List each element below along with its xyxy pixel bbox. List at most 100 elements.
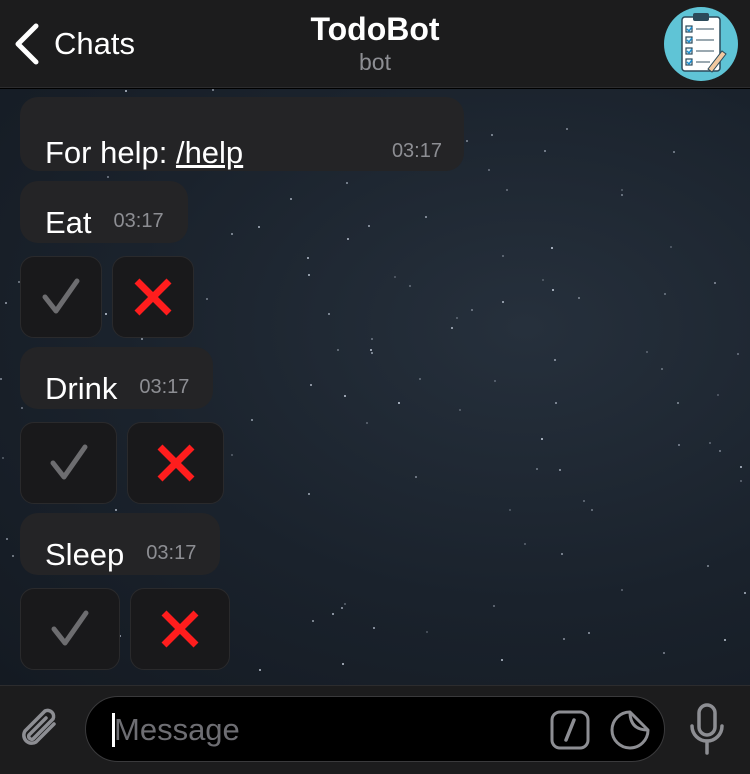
star-dot bbox=[491, 134, 493, 136]
star-dot bbox=[409, 285, 411, 287]
delete-button[interactable] bbox=[127, 422, 224, 504]
star-dot bbox=[561, 553, 563, 555]
star-dot bbox=[2, 457, 4, 459]
star-dot bbox=[366, 422, 368, 424]
star-dot bbox=[328, 313, 330, 315]
star-dot bbox=[506, 189, 508, 191]
checkmark-icon bbox=[51, 610, 89, 646]
star-dot bbox=[670, 246, 672, 248]
star-dot bbox=[231, 233, 233, 235]
star-dot bbox=[578, 297, 580, 299]
star-dot bbox=[415, 476, 417, 478]
star-dot bbox=[724, 639, 726, 641]
star-dot bbox=[509, 509, 511, 511]
star-dot bbox=[342, 663, 344, 665]
message-time: 03:17 bbox=[113, 210, 164, 232]
checkmark-icon bbox=[42, 278, 80, 314]
delete-button[interactable] bbox=[130, 588, 230, 670]
star-dot bbox=[251, 419, 253, 421]
star-dot bbox=[344, 395, 346, 397]
star-dot bbox=[0, 378, 2, 380]
sticker-icon[interactable] bbox=[610, 710, 650, 750]
star-dot bbox=[231, 454, 233, 456]
star-dot bbox=[290, 198, 292, 200]
message-text: Eat bbox=[45, 205, 92, 240]
star-dot bbox=[471, 309, 473, 311]
star-dot bbox=[370, 349, 372, 351]
star-dot bbox=[347, 238, 349, 240]
star-dot bbox=[21, 407, 23, 409]
star-dot bbox=[346, 182, 348, 184]
star-dot bbox=[141, 338, 143, 340]
star-dot bbox=[566, 128, 568, 130]
star-dot bbox=[368, 225, 370, 227]
star-dot bbox=[398, 402, 400, 404]
star-dot bbox=[312, 620, 314, 622]
star-dot bbox=[583, 500, 585, 502]
message-time: 03:17 bbox=[146, 542, 197, 564]
help-command-link[interactable]: /help bbox=[176, 135, 243, 170]
cross-mark-icon bbox=[157, 444, 194, 482]
mark-done-button[interactable] bbox=[20, 256, 102, 338]
star-dot bbox=[621, 194, 623, 196]
cross-mark-icon bbox=[161, 610, 199, 648]
star-dot bbox=[502, 255, 504, 257]
bot-avatar[interactable] bbox=[664, 7, 738, 81]
star-dot bbox=[6, 538, 8, 540]
star-dot bbox=[488, 169, 490, 171]
star-dot bbox=[125, 90, 127, 92]
star-dot bbox=[541, 438, 543, 440]
star-dot bbox=[663, 652, 665, 654]
microphone-icon[interactable] bbox=[688, 702, 726, 758]
star-dot bbox=[332, 613, 334, 615]
mark-done-button[interactable] bbox=[20, 588, 120, 670]
star-dot bbox=[678, 444, 680, 446]
star-dot bbox=[744, 592, 746, 594]
star-dot bbox=[373, 627, 375, 629]
message-input-box[interactable] bbox=[85, 696, 665, 762]
message-time: 03:17 bbox=[139, 376, 190, 398]
message-bubble[interactable]: For help: /help 03:17 bbox=[20, 97, 464, 171]
star-dot bbox=[310, 384, 312, 386]
star-dot bbox=[664, 293, 666, 295]
message-bubble[interactable]: Eat 03:17 bbox=[20, 181, 188, 243]
star-dot bbox=[502, 301, 504, 303]
message-list[interactable]: For help: /help 03:17 Eat 03:17 Drink 03… bbox=[0, 89, 750, 685]
star-dot bbox=[544, 150, 546, 152]
star-dot bbox=[337, 349, 339, 351]
star-dot bbox=[524, 543, 526, 545]
star-dot bbox=[709, 442, 711, 444]
inline-keyboard bbox=[20, 588, 230, 670]
message-input[interactable] bbox=[114, 707, 534, 753]
star-dot bbox=[466, 140, 468, 142]
star-dot bbox=[344, 603, 346, 605]
star-dot bbox=[555, 402, 557, 404]
star-dot bbox=[588, 632, 590, 634]
star-dot bbox=[426, 631, 428, 633]
star-dot bbox=[371, 338, 373, 340]
message-bubble[interactable]: Drink 03:17 bbox=[20, 347, 214, 409]
mark-done-button[interactable] bbox=[20, 422, 117, 504]
star-dot bbox=[501, 659, 503, 661]
checkmark-icon bbox=[50, 444, 87, 480]
star-dot bbox=[740, 466, 742, 468]
star-dot bbox=[621, 189, 623, 191]
message-prefix: For help: bbox=[45, 135, 176, 170]
paperclip-icon[interactable] bbox=[18, 704, 66, 756]
message-text: Drink bbox=[45, 371, 118, 406]
star-dot bbox=[459, 409, 461, 411]
star-dot bbox=[563, 638, 565, 640]
star-dot bbox=[259, 669, 261, 671]
star-dot bbox=[542, 279, 544, 281]
star-dot bbox=[107, 176, 109, 178]
star-dot bbox=[5, 302, 7, 304]
star-dot bbox=[371, 352, 373, 354]
chat-title-block[interactable]: TodoBot bot bbox=[0, 10, 750, 76]
star-dot bbox=[493, 605, 495, 607]
delete-button[interactable] bbox=[112, 256, 194, 338]
star-dot bbox=[341, 607, 343, 609]
bot-commands-icon[interactable] bbox=[550, 710, 590, 750]
star-dot bbox=[419, 378, 421, 380]
message-bubble[interactable]: Sleep 03:17 bbox=[20, 513, 221, 575]
star-dot bbox=[536, 468, 538, 470]
